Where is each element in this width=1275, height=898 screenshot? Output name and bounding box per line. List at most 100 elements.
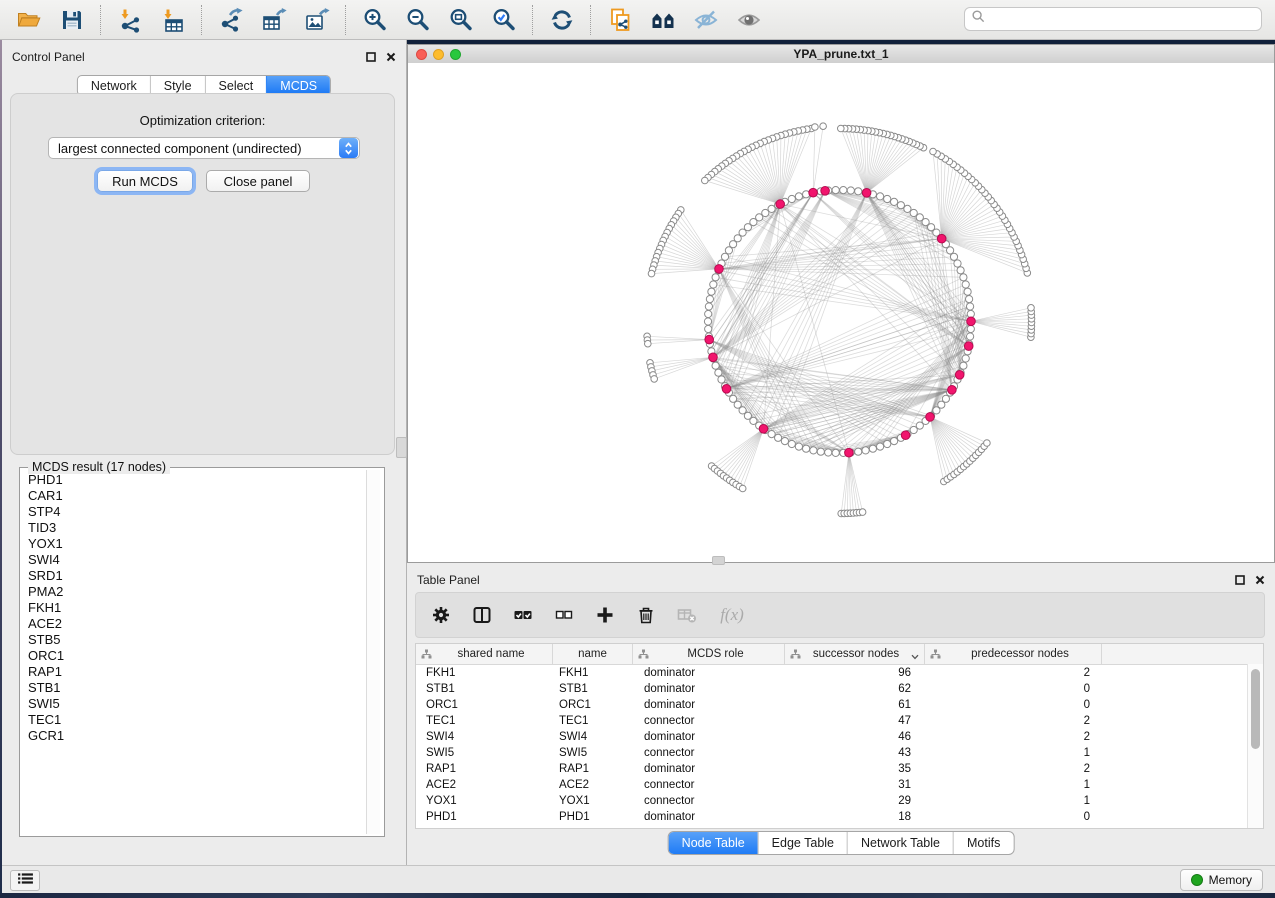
open-file-icon[interactable]: [15, 6, 42, 33]
tab-style[interactable]: Style: [150, 76, 205, 93]
mcds-result-item[interactable]: SRD1: [21, 568, 366, 584]
tab-network-table[interactable]: Network Table: [847, 832, 953, 854]
deselect-all-icon[interactable]: [553, 604, 575, 626]
column-header-successor-nodes[interactable]: successor nodes: [785, 644, 925, 664]
cell-successor-nodes: 29: [785, 793, 925, 809]
table-settings-icon[interactable]: [430, 604, 452, 626]
float-panel-icon[interactable]: [365, 52, 376, 63]
network-window-title: YPA_prune.txt_1: [793, 47, 888, 61]
table-row[interactable]: TEC1TEC1connector472: [416, 713, 1263, 729]
status-menu-button[interactable]: [10, 870, 40, 891]
export-table-icon[interactable]: [260, 6, 287, 33]
table-row[interactable]: SWI4SWI4dominator462: [416, 729, 1263, 745]
desktop-wallpaper-strip: [0, 893, 1275, 898]
close-panel-button[interactable]: Close panel: [206, 170, 310, 192]
zoom-in-icon[interactable]: [361, 6, 388, 33]
search-input[interactable]: [990, 11, 1255, 27]
tab-node-table[interactable]: Node Table: [669, 832, 758, 854]
table-row[interactable]: SWI5SWI5connector431: [416, 745, 1263, 761]
column-header-name[interactable]: name: [553, 644, 633, 664]
mcds-result-item[interactable]: ACE2: [21, 616, 366, 632]
column-header-shared-name[interactable]: shared name: [416, 644, 553, 664]
float-panel-icon[interactable]: [1234, 575, 1245, 586]
add-row-icon[interactable]: [594, 604, 616, 626]
network-window-titlebar[interactable]: YPA_prune.txt_1: [408, 45, 1274, 64]
table-row[interactable]: YOX1YOX1connector291: [416, 793, 1263, 809]
memory-button[interactable]: Memory: [1180, 869, 1263, 891]
show-columns-icon[interactable]: [471, 604, 493, 626]
node-table-rows: FKH1FKH1dominator962STB1STB1dominator620…: [416, 665, 1263, 825]
column-header-predecessor-nodes[interactable]: predecessor nodes: [925, 644, 1102, 664]
mcds-result-item[interactable]: STP4: [21, 504, 366, 520]
table-row[interactable]: PHD1PHD1dominator180: [416, 809, 1263, 825]
search-box[interactable]: [964, 7, 1262, 31]
cell-MCDS-role: dominator: [633, 697, 785, 713]
cell-shared-name: RAP1: [416, 761, 553, 777]
control-panel-title: Control Panel: [12, 50, 365, 64]
column-header-MCDS-role[interactable]: MCDS role: [633, 644, 785, 664]
column-namespace-icon: [421, 649, 432, 659]
close-panel-icon[interactable]: [1254, 575, 1265, 586]
export-image-icon[interactable]: [303, 6, 330, 33]
mcds-result-item[interactable]: FKH1: [21, 600, 366, 616]
horizontal-splitter-handle[interactable]: [712, 556, 725, 565]
network-graph[interactable]: [408, 63, 1274, 562]
clone-network-icon[interactable]: [606, 6, 633, 33]
select-all-icon[interactable]: [512, 604, 534, 626]
zoom-out-icon[interactable]: [404, 6, 431, 33]
vertical-splitter-handle[interactable]: [396, 437, 407, 458]
network-canvas[interactable]: [408, 63, 1274, 562]
mcds-result-item[interactable]: TEC1: [21, 712, 366, 728]
function-builder-icon: f(x): [717, 604, 747, 626]
mcds-result-item[interactable]: ORC1: [21, 648, 366, 664]
run-mcds-button[interactable]: Run MCDS: [97, 170, 193, 192]
table-row[interactable]: FKH1FKH1dominator962: [416, 665, 1263, 681]
tab-select[interactable]: Select: [205, 76, 267, 93]
node-table-scrollbar[interactable]: [1247, 664, 1263, 828]
cell-name: SWI4: [553, 729, 633, 745]
cell-name: ACE2: [553, 777, 633, 793]
window-close-button[interactable]: [416, 49, 427, 60]
table-row[interactable]: RAP1RAP1dominator352: [416, 761, 1263, 777]
mcds-result-item[interactable]: CAR1: [21, 488, 366, 504]
list-menu-icon: [17, 872, 34, 890]
criterion-dropdown[interactable]: largest connected component (undirected): [48, 137, 360, 159]
table-row[interactable]: STB1STB1dominator620: [416, 681, 1263, 697]
mcds-result-scrollbar[interactable]: [366, 470, 380, 834]
first-neighbors-icon[interactable]: [649, 6, 676, 33]
zoom-selected-icon[interactable]: [490, 6, 517, 33]
mcds-result-item[interactable]: STB1: [21, 680, 366, 696]
mcds-result-item[interactable]: SWI5: [21, 696, 366, 712]
show-all-icon[interactable]: [735, 6, 762, 33]
tab-network[interactable]: Network: [78, 76, 150, 93]
mcds-result-item[interactable]: YOX1: [21, 536, 366, 552]
close-panel-icon[interactable]: [385, 52, 396, 63]
tab-edge-table[interactable]: Edge Table: [758, 832, 847, 854]
scrollbar-thumb[interactable]: [1251, 669, 1260, 749]
tab-motifs[interactable]: Motifs: [953, 832, 1013, 854]
mcds-result-item[interactable]: TID3: [21, 520, 366, 536]
mcds-result-item[interactable]: PMA2: [21, 584, 366, 600]
mcds-result-item[interactable]: SWI4: [21, 552, 366, 568]
delete-rows-icon[interactable]: [635, 604, 657, 626]
zoom-fit-icon[interactable]: [447, 6, 474, 33]
refresh-view-icon[interactable]: [548, 6, 575, 33]
import-table-icon[interactable]: [159, 6, 186, 33]
table-row[interactable]: ORC1ORC1dominator610: [416, 697, 1263, 713]
mcds-result-item[interactable]: RAP1: [21, 664, 366, 680]
tab-mcds[interactable]: MCDS: [266, 76, 330, 93]
toolbar-group: [202, 5, 346, 35]
window-zoom-button[interactable]: [450, 49, 461, 60]
export-network-icon[interactable]: [217, 6, 244, 33]
mcds-result-item[interactable]: PHD1: [21, 472, 366, 488]
table-row[interactable]: ACE2ACE2connector311: [416, 777, 1263, 793]
save-session-icon[interactable]: [58, 6, 85, 33]
cell-shared-name: FKH1: [416, 665, 553, 681]
mcds-result-item[interactable]: STB5: [21, 632, 366, 648]
mcds-result-item[interactable]: GCR1: [21, 728, 366, 744]
table-panel-title: Table Panel: [417, 573, 1234, 587]
import-network-icon[interactable]: [116, 6, 143, 33]
window-minimize-button[interactable]: [433, 49, 444, 60]
hide-selected-icon[interactable]: [692, 6, 719, 33]
mcds-result-list[interactable]: PHD1CAR1STP4TID3YOX1SWI4SRD1PMA2FKH1ACE2…: [21, 472, 366, 834]
